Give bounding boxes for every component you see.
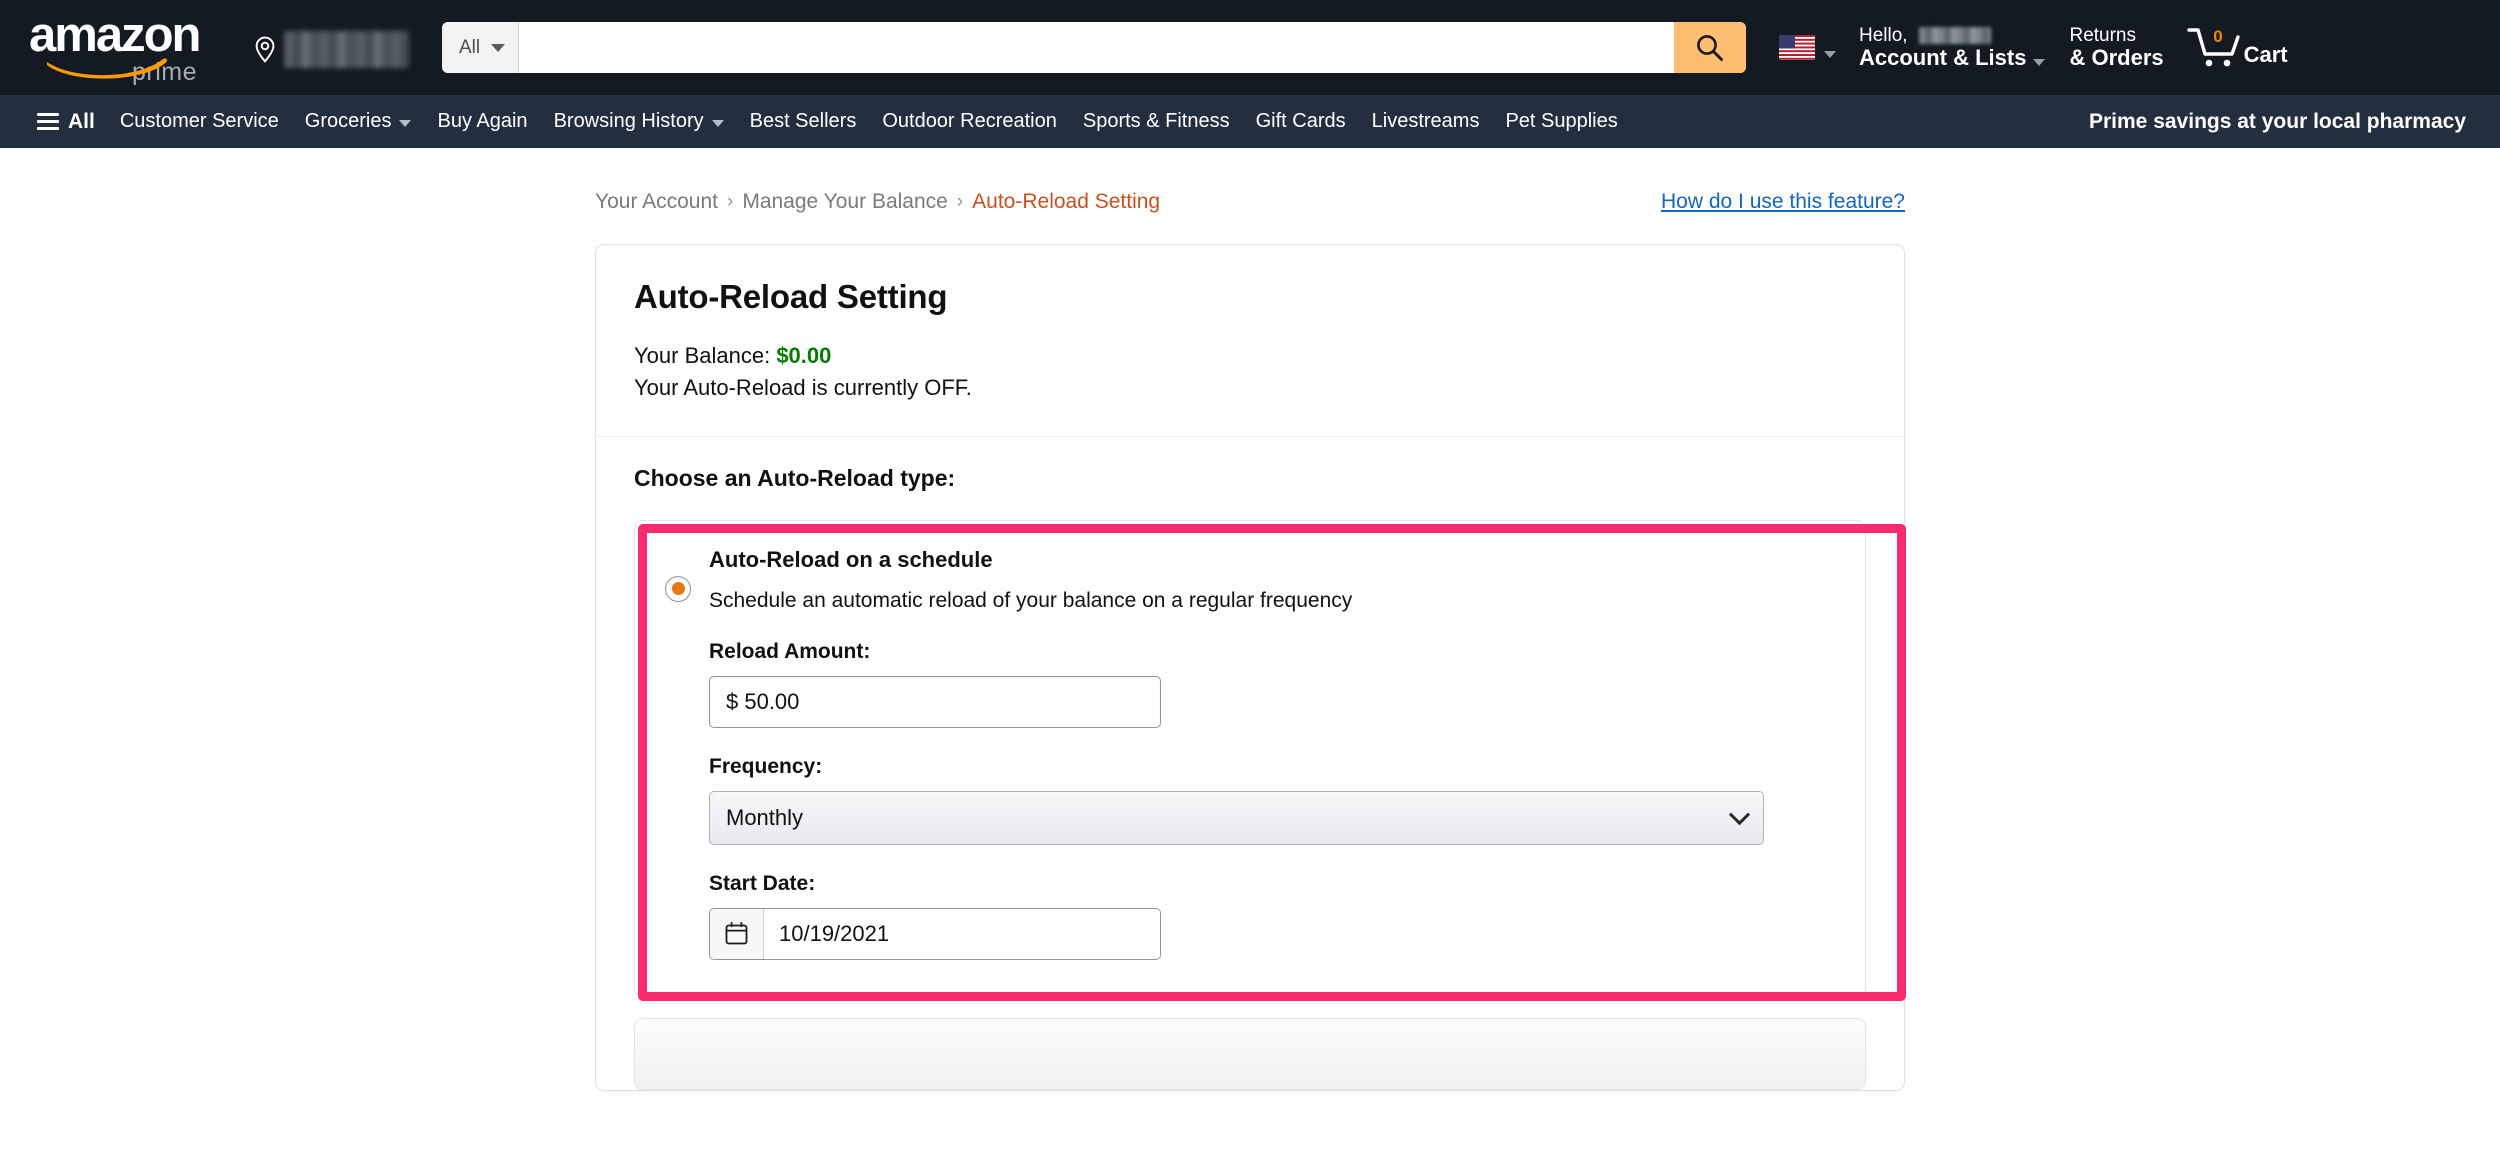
radio-selected-dot (672, 582, 685, 595)
nav-item-best-sellers[interactable]: Best Sellers (737, 102, 870, 141)
search-submit-button[interactable] (1674, 22, 1746, 73)
chevron-down-icon (399, 120, 411, 127)
page-title: Auto-Reload Setting (634, 278, 1866, 316)
account-and-lists-label: Account & Lists (1859, 46, 2026, 71)
secondary-nav: All Customer Service Groceries Buy Again… (0, 95, 2500, 148)
cart-label: Cart (2244, 42, 2288, 71)
chevron-down-icon (491, 44, 505, 52)
auto-reload-status: Your Auto-Reload is currently OFF. (634, 372, 1866, 404)
choose-type-heading: Choose an Auto-Reload type: (634, 465, 1866, 492)
delivery-address-redacted (284, 31, 409, 68)
nav-item-groceries[interactable]: Groceries (292, 102, 425, 141)
balance-block: Your Balance: $0.00 Your Auto-Reload is … (634, 340, 1866, 404)
frequency-select[interactable]: Monthly (709, 791, 1764, 845)
breadcrumb-manage-your-balance[interactable]: Manage Your Balance (742, 190, 948, 214)
hamburger-menu-icon (37, 113, 59, 130)
auto-reload-card: Auto-Reload Setting Your Balance: $0.00 … (595, 244, 1905, 1091)
nav-label: Customer Service (120, 110, 279, 133)
deliver-to-button[interactable] (242, 18, 420, 77)
frequency-label: Frequency: (709, 755, 1835, 779)
card-body: Choose an Auto-Reload type: Auto-Reload … (596, 437, 1904, 1090)
search-icon (1694, 32, 1726, 64)
amazon-prime-logo[interactable]: amazon prime (14, 3, 236, 93)
all-menu-button[interactable]: All (25, 102, 107, 142)
radio-auto-reload-on-schedule[interactable] (665, 576, 691, 602)
breadcrumb-separator: › (957, 191, 963, 213)
reload-amount-field: Reload Amount: (709, 640, 1835, 728)
nav-label: Outdoor Recreation (882, 110, 1057, 133)
card-header: Auto-Reload Setting Your Balance: $0.00 … (596, 245, 1904, 437)
frequency-field: Frequency: Monthly (709, 755, 1835, 845)
location-pin-icon (253, 36, 277, 63)
search-input[interactable] (519, 22, 1674, 73)
amazon-smile-icon (45, 53, 171, 79)
amazon-logo-text: amazon (29, 12, 221, 59)
shopping-cart-icon: 0 (2187, 25, 2241, 71)
nav-item-gift-cards[interactable]: Gift Cards (1243, 102, 1359, 141)
chevron-down-icon (1824, 51, 1836, 58)
option-description: Schedule an automatic reload of your bal… (709, 589, 1835, 613)
breadcrumb-auto-reload-setting: Auto-Reload Setting (972, 190, 1160, 214)
start-date-field: Start Date: (709, 872, 1835, 960)
nav-item-livestreams[interactable]: Livestreams (1359, 102, 1493, 141)
prime-pharmacy-promo[interactable]: Prime savings at your local pharmacy (2075, 103, 2480, 141)
balance-line: Your Balance: $0.00 (634, 340, 1866, 372)
nav-item-browsing-history[interactable]: Browsing History (541, 102, 737, 141)
all-menu-label: All (68, 110, 95, 134)
option-auto-reload-on-schedule[interactable]: Auto-Reload on a schedule Schedule an au… (634, 520, 1866, 997)
nav-item-pet-supplies[interactable]: Pet Supplies (1492, 102, 1630, 141)
calendar-icon (724, 921, 749, 946)
search-category-label: All (459, 37, 480, 59)
nav-label: Buy Again (437, 110, 527, 133)
reload-amount-label: Reload Amount: (709, 640, 1835, 664)
nav-label: Sports & Fitness (1083, 110, 1230, 133)
cart-button[interactable]: 0 Cart (2176, 15, 2299, 81)
balance-label: Your Balance: (634, 343, 770, 368)
nav-label: Pet Supplies (1505, 110, 1617, 133)
reload-amount-input[interactable] (709, 676, 1161, 728)
cart-count: 0 (2213, 27, 2222, 46)
nav-label: Gift Cards (1256, 110, 1346, 133)
nav-label: Livestreams (1372, 110, 1480, 133)
orders-label: & Orders (2069, 46, 2163, 71)
search-category-dropdown[interactable]: All (442, 22, 519, 73)
language-selector[interactable] (1768, 21, 1847, 74)
content-column: Your Account › Manage Your Balance › Aut… (595, 148, 1905, 1091)
option-auto-reload-secondary[interactable] (634, 1018, 1866, 1090)
breadcrumb: Your Account › Manage Your Balance › Aut… (595, 190, 1905, 214)
chevron-down-icon (2033, 59, 2045, 66)
returns-label: Returns (2069, 25, 2163, 46)
how-do-i-use-this-feature-link[interactable]: How do I use this feature? (1661, 190, 1905, 214)
site-header: amazon prime All (0, 0, 2500, 95)
nav-item-sports-fitness[interactable]: Sports & Fitness (1070, 102, 1243, 141)
greeting-text: Hello, (1859, 25, 1908, 46)
frequency-selected-value: Monthly (726, 805, 803, 831)
nav-item-customer-service[interactable]: Customer Service (107, 102, 292, 141)
nav-label: Groceries (305, 110, 392, 133)
nav-item-buy-again[interactable]: Buy Again (424, 102, 540, 141)
start-date-input[interactable] (764, 909, 1160, 959)
nav-item-outdoor-recreation[interactable]: Outdoor Recreation (869, 102, 1070, 141)
breadcrumb-separator: › (727, 191, 733, 213)
balance-amount: $0.00 (776, 343, 831, 368)
chevron-down-icon (712, 120, 724, 127)
account-greeting: Hello, (1859, 25, 2045, 46)
account-name-redacted (1919, 27, 1991, 44)
calendar-picker-button[interactable] (710, 909, 764, 959)
nav-label: Best Sellers (750, 110, 857, 133)
breadcrumb-your-account[interactable]: Your Account (595, 190, 718, 214)
us-flag-icon (1779, 35, 1815, 60)
returns-and-orders-button[interactable]: Returns & Orders (2057, 14, 2175, 82)
start-date-label: Start Date: (709, 872, 1835, 896)
nav-label: Browsing History (554, 110, 704, 133)
page-body: Your Account › Manage Your Balance › Aut… (0, 148, 2500, 1163)
account-and-lists-button[interactable]: Hello, Account & Lists (1847, 14, 2057, 82)
search-bar: All (442, 22, 1746, 73)
option-title: Auto-Reload on a schedule (709, 547, 1835, 573)
